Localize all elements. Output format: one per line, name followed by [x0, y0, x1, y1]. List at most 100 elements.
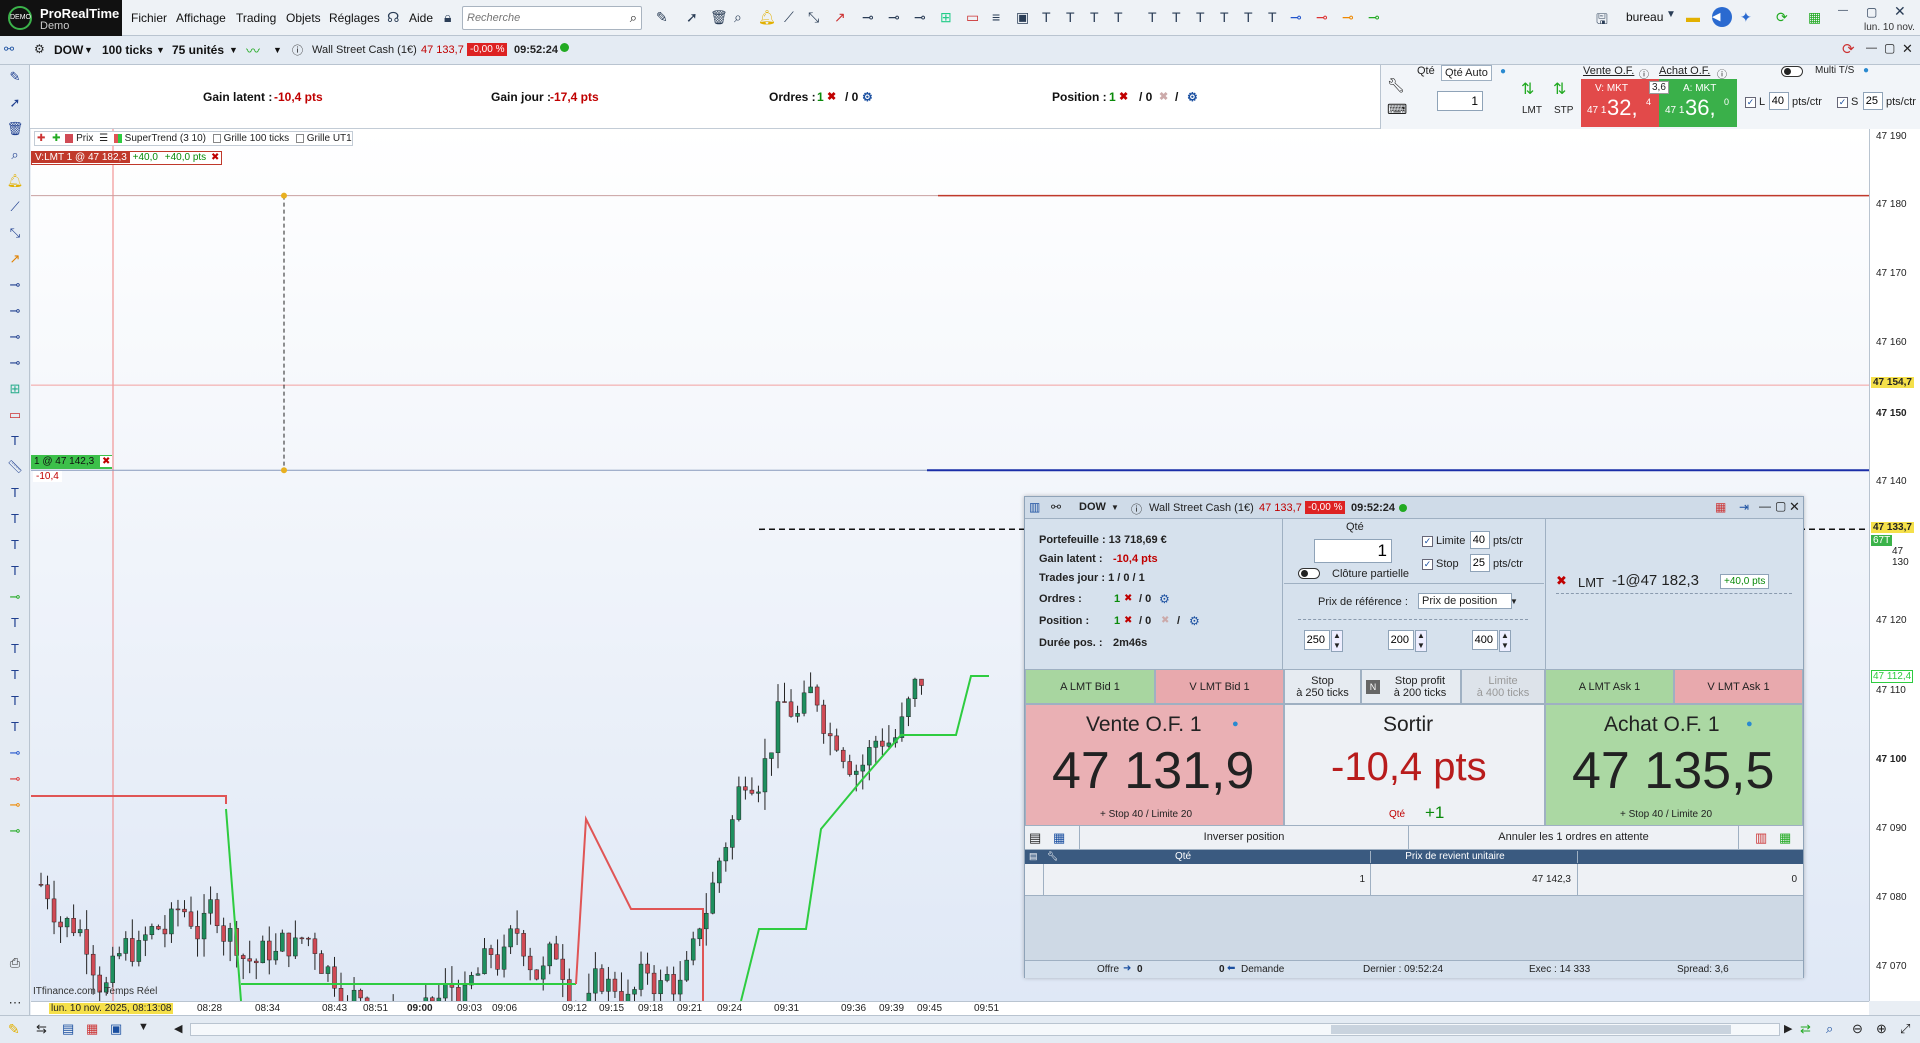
cancel-orders-icon[interactable]: ✖ [827, 90, 836, 103]
tool-text9-icon[interactable]: T [6, 693, 24, 711]
price-axis[interactable]: 47 190 47 180 47 170 47 160 47 154,7 47 … [1869, 129, 1920, 1001]
v-lmt-bid-button[interactable]: V LMT Bid 1 [1155, 669, 1284, 704]
panel-position-settings-icon[interactable]: ⚙ [1189, 614, 1200, 628]
tool-ruler-icon[interactable]: 📏︎ [6, 459, 24, 477]
tool-red-line-icon[interactable]: ⊸ [6, 771, 24, 789]
chart-minimize-icon[interactable]: — [1866, 42, 1877, 54]
tool-text1-icon[interactable]: T [6, 433, 24, 451]
bottom-share-icon[interactable]: ⇆ [36, 1021, 47, 1037]
bottom-window-chevron-icon[interactable]: ▼ [138, 1021, 149, 1033]
stop-ticks-button[interactable]: Stop à 250 ticks [1284, 669, 1361, 704]
tool-ray-icon[interactable]: ⤡ [6, 225, 24, 243]
tool-hline1-icon[interactable]: ⊸ [6, 277, 24, 295]
menu-fichier[interactable]: Fichier [131, 11, 167, 25]
search-box[interactable]: ⌕ [462, 6, 642, 30]
units-chevron-icon[interactable]: ▼ [229, 45, 238, 55]
bottom-zoom-in-icon[interactable]: ⊕ [1876, 1021, 1887, 1037]
tool-green-line2-icon[interactable]: ⊸ [6, 823, 24, 841]
stop-ticks-input[interactable] [1304, 630, 1330, 650]
quick-sell-market-button[interactable]: V: MKT 47 1 32, 4 [1581, 79, 1659, 127]
panel-instrument-chevron-icon[interactable]: ▼ [1111, 503, 1119, 512]
panel-instrument-select[interactable]: DOW [1079, 501, 1106, 513]
chart-maximize-icon[interactable]: ▢ [1884, 41, 1895, 55]
legend-prix[interactable]: Prix [76, 133, 93, 144]
annuler-ordres-button[interactable]: Annuler les 1 ordres en attente [1409, 826, 1739, 849]
tool-cursor-icon[interactable]: ➚ [6, 95, 24, 113]
tool-hline4-icon[interactable]: ⊸ [6, 355, 24, 373]
horizontal-scrollbar[interactable] [190, 1023, 1780, 1036]
text-t6-icon[interactable]: T [1172, 9, 1181, 25]
tool-text6-icon[interactable]: T [6, 615, 24, 633]
position-tag[interactable]: 1 @ 47 142,3 ✖ [31, 455, 113, 469]
ordres-settings-icon[interactable]: ⚙ [862, 90, 873, 104]
text-tool-icon[interactable]: ▣ [1016, 9, 1029, 26]
grid-icon[interactable]: ▦ [1808, 9, 1821, 26]
text-t10-icon[interactable]: T [1268, 9, 1277, 25]
text-t8-icon[interactable]: T [1220, 9, 1229, 25]
headset-icon[interactable]: ☊ [387, 9, 399, 26]
text-t5-icon[interactable]: T [1148, 9, 1157, 25]
position-close-icon[interactable]: ✖ [99, 456, 113, 467]
sync-icon[interactable]: ⟳ [1776, 9, 1788, 26]
tool-text8-icon[interactable]: T [6, 667, 24, 685]
scroll-left-icon[interactable]: ◀ [174, 1022, 182, 1035]
trash-icon[interactable]: 🗑︎ [710, 9, 728, 26]
minimize-icon[interactable]: — [1838, 5, 1848, 16]
rect-tool-icon[interactable]: ▭ [966, 9, 979, 26]
hline-tool-icon[interactable]: ⊸ [862, 9, 874, 26]
text-t4-icon[interactable]: T [1114, 9, 1123, 25]
panel-pin-icon[interactable]: ⇥ [1739, 500, 1749, 514]
alert-bell-icon[interactable]: 🔔︎ [758, 9, 776, 26]
info-icon[interactable]: ⓘ [292, 42, 303, 58]
bottom-autoscale-icon[interactable]: ⇄ [1800, 1021, 1811, 1037]
profit-ticks-input[interactable] [1388, 630, 1414, 650]
text-t7-icon[interactable]: T [1196, 9, 1205, 25]
menu-reglages[interactable]: Réglages [329, 11, 380, 25]
menu-trading[interactable]: Trading [236, 11, 276, 25]
tool-bell-icon[interactable]: 🔔︎ [6, 173, 24, 191]
alerts-icon[interactable]: ✦ [1740, 9, 1752, 26]
legend-grille100[interactable]: Grille 100 ticks [224, 133, 290, 144]
stop-pts-input[interactable] [1863, 92, 1883, 110]
pencil-icon[interactable]: ✎ [656, 9, 668, 26]
bottom-pencil-icon[interactable]: ✎ [8, 1021, 20, 1038]
panel-maximize-icon[interactable]: ▢ [1775, 499, 1786, 513]
v-lmt-ask-button[interactable]: V LMT Ask 1 [1674, 669, 1803, 704]
settings-icon[interactable]: ⚙ [34, 42, 45, 56]
stop-checkbox[interactable]: ✓ [1837, 97, 1848, 108]
hline2-tool-icon[interactable]: ⊸ [888, 9, 900, 26]
sell-of-info-icon[interactable]: ● [1232, 718, 1239, 730]
prix-ref-select[interactable]: Prix de position [1418, 593, 1513, 609]
line-tool-icon[interactable]: ⟋ [784, 9, 794, 26]
sell-of-button[interactable]: Vente O.F. 1 ● 47 131,9 + Stop 40 / Limi… [1025, 704, 1284, 826]
keyboard-icon[interactable]: ⌨ [1387, 101, 1407, 118]
multi-ts-toggle[interactable] [1781, 66, 1803, 77]
quick-qty-input[interactable] [1437, 91, 1483, 111]
table-tools-icon[interactable]: 🔧︎ [1047, 851, 1058, 862]
workspace-select[interactable]: bureau [1626, 10, 1663, 24]
fib-tool-icon[interactable]: ≡ [992, 9, 1000, 25]
hline3-tool-icon[interactable]: ⊸ [914, 9, 926, 26]
instrument-chevron-icon[interactable]: ▼ [84, 45, 93, 55]
bottom-chat-icon[interactable]: ▤ [62, 1021, 74, 1037]
quick-buy-market-button[interactable]: A: MKT 47 1 36, 0 [1659, 79, 1737, 127]
panel-chart-icon[interactable]: ▥ [1029, 500, 1040, 514]
sound-icon[interactable]: ◀︎ [1712, 7, 1732, 27]
close-icon[interactable]: ✕ [1894, 3, 1906, 20]
bottom-zoom-out-icon[interactable]: ⊖ [1852, 1021, 1863, 1037]
zoom-icon[interactable]: ⌕ [734, 9, 742, 26]
legend-list-icon[interactable]: ☰ [96, 133, 111, 144]
a-lmt-bid-button[interactable]: A LMT Bid 1 [1025, 669, 1155, 704]
tool-channel-icon[interactable]: ⊞ [6, 381, 24, 399]
panel-ordres-settings-icon[interactable]: ⚙ [1159, 592, 1170, 606]
search-icon[interactable]: ⌕ [630, 10, 637, 26]
limit-ticks-input[interactable] [1472, 630, 1498, 650]
sell-order-tag[interactable]: V:LMT 1 @ 47 182,3 +40,0 +40,0 pts ✖ [31, 151, 223, 165]
ticks-select[interactable]: 100 ticks [102, 43, 153, 57]
tool-green-line-icon[interactable]: ⊸ [6, 589, 24, 607]
table-menu-icon[interactable]: ▤ [1029, 851, 1038, 862]
text-t1-icon[interactable]: T [1042, 9, 1051, 25]
positions-view-icon[interactable]: ▤ [1029, 830, 1041, 846]
lock-icon[interactable]: 🔒︎ [444, 9, 451, 26]
menu-objets[interactable]: Objets [286, 11, 321, 25]
